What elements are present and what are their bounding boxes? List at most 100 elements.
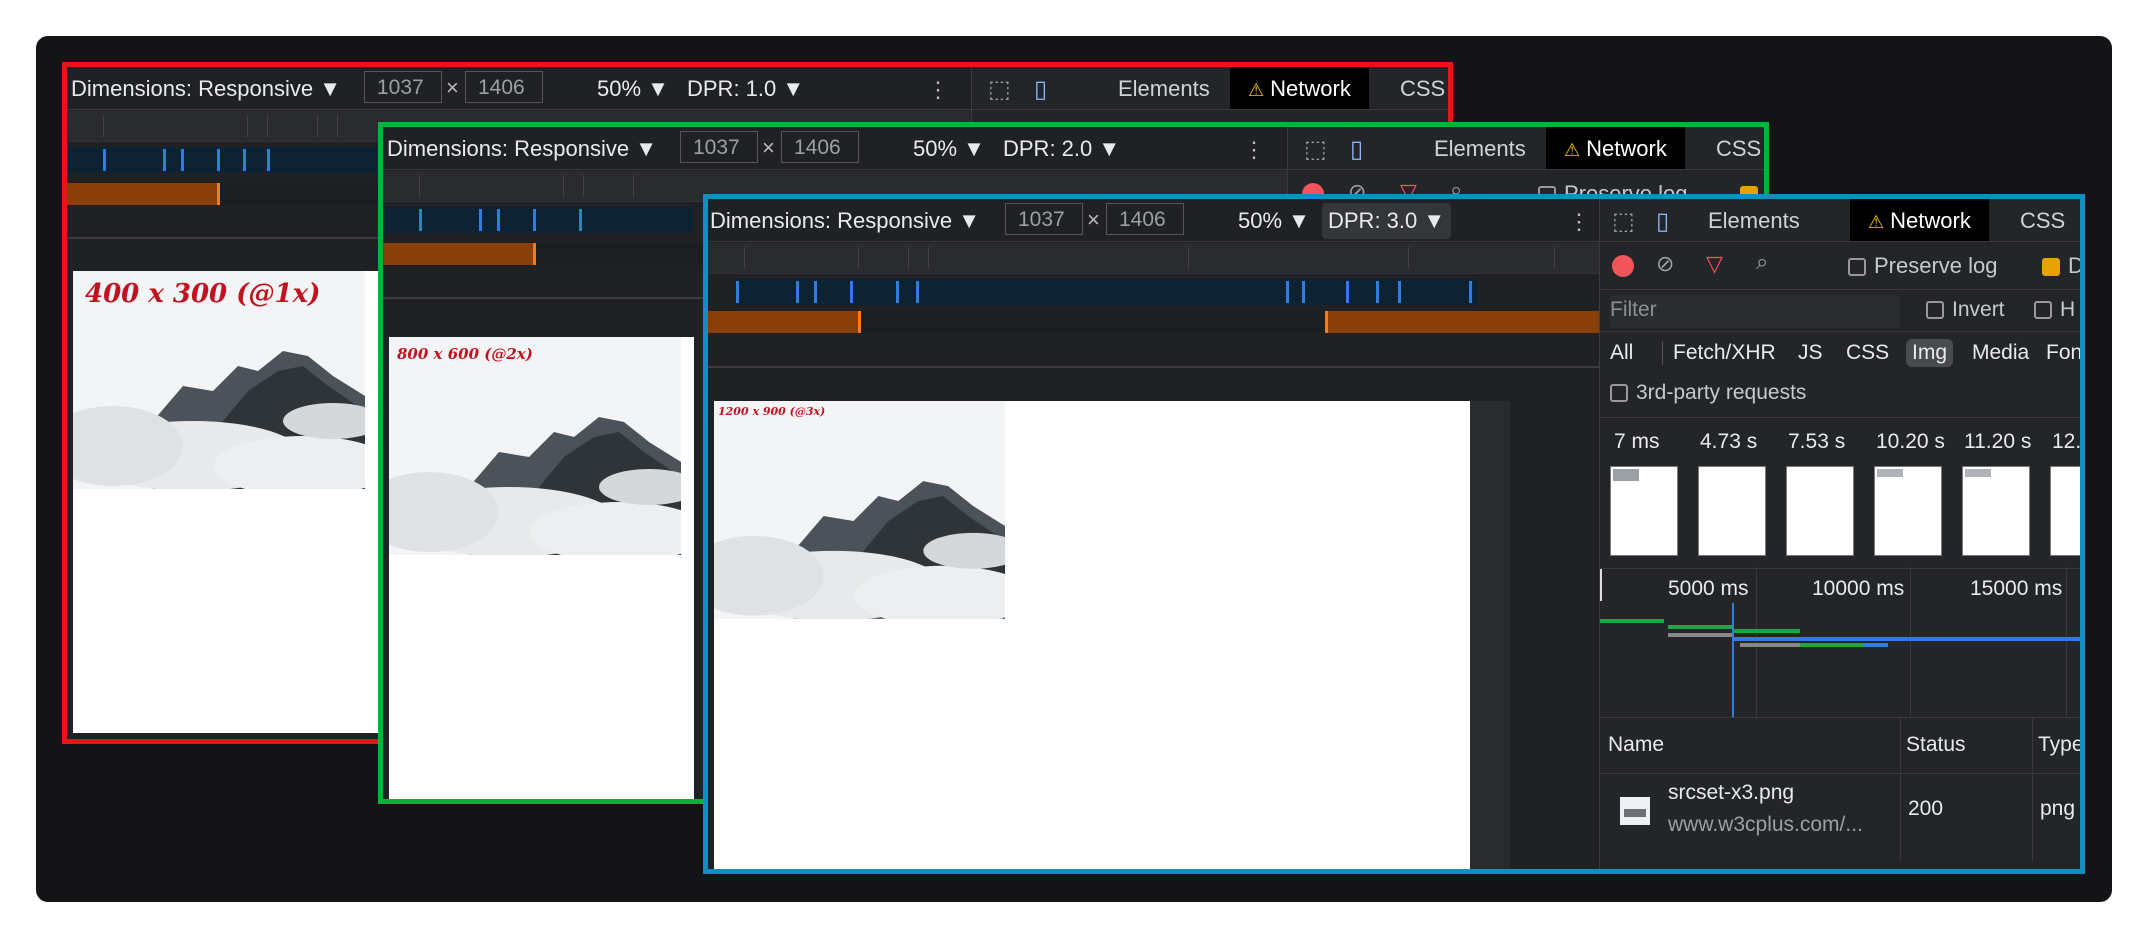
load-overview-bar: [708, 311, 1610, 333]
filmstrip-time: 10.20 s: [1876, 430, 1945, 453]
network-overview-ticks: [736, 279, 1478, 305]
dpr-dropdown[interactable]: DPR: 3.0 ▼: [1322, 203, 1452, 239]
request-type: png: [2040, 797, 2076, 820]
filmstrip-time: 7 ms: [1614, 430, 1660, 453]
zoom-dropdown[interactable]: 50% ▼: [913, 136, 985, 162]
hide-data-urls-checkbox[interactable]: H: [2034, 298, 2075, 322]
dimensions-dropdown[interactable]: Dimensions: Responsive ▼: [710, 208, 980, 234]
filter-input[interactable]: Filter: [1610, 295, 1900, 328]
srcset-image: 1200 x 900 (@3x): [714, 401, 1005, 619]
record-icon[interactable]: [1612, 255, 1634, 277]
type-all[interactable]: All: [1610, 341, 1633, 365]
dpr-dropdown[interactable]: DPR: 2.0 ▼: [1003, 136, 1120, 162]
media-query-bar[interactable]: [708, 243, 1610, 274]
tab-elements[interactable]: Elements: [1434, 136, 1526, 162]
width-input[interactable]: 1037: [1005, 203, 1083, 235]
column-status[interactable]: Status: [1906, 733, 1966, 757]
width-input[interactable]: 1037: [364, 71, 442, 103]
network-overview-ticks: [67, 147, 377, 173]
zoom-dropdown[interactable]: 50% ▼: [1238, 208, 1310, 234]
filmstrip-frame[interactable]: [1962, 466, 2030, 556]
filmstrip: 7 ms 4.73 s 7.53 s 10.20 s 11.20 s 12.: [1600, 417, 2080, 569]
filmstrip-time: 11.20 s: [1964, 430, 2032, 453]
type-js[interactable]: JS: [1798, 341, 1823, 365]
inspect-element-icon[interactable]: ⬚: [988, 75, 1011, 104]
timeline-label: 10000 ms: [1812, 577, 1905, 600]
device-toolbar: Dimensions: Responsive ▼ 1037 × 1406 50%…: [383, 127, 1288, 170]
device-toolbar-icon[interactable]: ▯: [1034, 75, 1047, 104]
disable-cache-checkbox[interactable]: D: [2042, 253, 2080, 279]
tab-elements[interactable]: Elements: [1708, 208, 1800, 234]
network-controls: ⊘ ▽ ⌕ Preserve log D: [1600, 243, 2080, 290]
devtools-window-dpr3: Dimensions: Responsive ▼ 1037 × 1406 50%…: [703, 194, 2085, 874]
devtools-tabbar: ⬚ ▯ Elements ⚠ Network CSS: [1288, 127, 1764, 170]
device-toolbar-icon[interactable]: ▯: [1350, 135, 1363, 164]
devtools-panel: ⬚ ▯ Elements ⚠Network CSS ⊘ ▽ ⌕ Preserve…: [1599, 199, 2080, 869]
warning-icon: ⚠: [1868, 212, 1885, 232]
more-options-icon[interactable]: ⋮: [1243, 137, 1265, 163]
tab-css[interactable]: CSS: [1716, 136, 1761, 162]
search-icon[interactable]: ⌕: [1756, 249, 1768, 275]
more-options-icon[interactable]: ⋮: [927, 77, 949, 103]
request-status: 200: [1908, 797, 1944, 820]
type-font[interactable]: Font: [2046, 341, 2080, 365]
request-table: Name Status Type srcset-x3.png www.w3cpl…: [1600, 717, 2080, 861]
height-input[interactable]: 1406: [1106, 203, 1184, 235]
invert-checkbox[interactable]: Invert: [1926, 298, 2005, 322]
table-row[interactable]: srcset-x3.png www.w3cplus.com/... 200 pn…: [1600, 775, 2080, 851]
width-input[interactable]: 1037: [680, 131, 758, 163]
filmstrip-frame[interactable]: [1786, 466, 1854, 556]
srcset-image: 400 x 300 (@1x): [73, 271, 365, 489]
inspect-element-icon[interactable]: ⬚: [1304, 135, 1327, 164]
warning-icon: ⚠: [1564, 140, 1581, 160]
tab-network[interactable]: ⚠ Network: [1230, 67, 1369, 109]
resource-type-filters: All Fetch/XHR JS CSS Img Media Font: [1600, 331, 2080, 375]
filmstrip-time: 4.73 s: [1700, 430, 1758, 453]
device-toolbar: Dimensions: Responsive ▼ 1037 × 1406 50%…: [67, 67, 972, 110]
filmstrip-frame[interactable]: [1698, 466, 1766, 556]
screenshot-card: Dimensions: Responsive ▼ 1037 × 1406 50%…: [36, 36, 2112, 902]
request-url: www.w3cplus.com/...: [1668, 813, 1863, 836]
column-type[interactable]: Type: [2038, 733, 2080, 757]
preserve-log-checkbox[interactable]: Preserve log: [1848, 253, 1998, 279]
devtools-tabbar: ⬚ ▯ Elements ⚠ Network CSS: [972, 67, 1448, 110]
tab-elements[interactable]: Elements: [1118, 76, 1210, 102]
dimensions-dropdown[interactable]: Dimensions: Responsive ▼: [387, 136, 657, 162]
filmstrip-frame[interactable]: [1610, 466, 1678, 556]
third-party-checkbox[interactable]: 3rd-party requests: [1610, 381, 1806, 405]
tab-css[interactable]: CSS: [1400, 76, 1445, 102]
tab-network[interactable]: ⚠ Network: [1546, 127, 1685, 169]
emulated-page: 800 x 600 (@2x): [389, 337, 694, 799]
image-thumbnail: [1620, 797, 1650, 825]
filter-icon[interactable]: ▽: [1706, 251, 1723, 277]
clear-icon[interactable]: ⊘: [1656, 251, 1674, 277]
waterfall-overview: 5000 ms 10000 ms 15000 ms: [1600, 567, 2080, 718]
table-header: Name Status Type: [1600, 717, 2080, 774]
type-css[interactable]: CSS: [1846, 341, 1889, 365]
more-options-icon[interactable]: ⋮: [1568, 209, 1590, 235]
filmstrip-frame[interactable]: [1874, 466, 1942, 556]
type-media[interactable]: Media: [1972, 341, 2029, 365]
filter-bar: Filter Invert H: [1600, 291, 2080, 332]
type-fetch-xhr[interactable]: Fetch/XHR: [1662, 341, 1776, 365]
timeline-label: 15000 ms: [1970, 577, 2063, 600]
height-input[interactable]: 1406: [465, 71, 543, 103]
dimensions-dropdown[interactable]: Dimensions: Responsive ▼: [71, 76, 341, 102]
image-caption: 400 x 300 (@1x): [85, 279, 321, 309]
dpr-dropdown[interactable]: DPR: 1.0 ▼: [687, 76, 804, 102]
column-name[interactable]: Name: [1608, 733, 1664, 757]
height-input[interactable]: 1406: [781, 131, 859, 163]
filmstrip-frame[interactable]: [2050, 466, 2080, 556]
image-caption: 800 x 600 (@2x): [397, 345, 533, 363]
device-toolbar-icon[interactable]: ▯: [1656, 207, 1669, 236]
tab-network[interactable]: ⚠ Network: [1850, 199, 1989, 241]
times-sign: ×: [446, 75, 459, 100]
device-toolbar: Dimensions: Responsive ▼ 1037 × 1406 50%…: [708, 199, 1610, 242]
zoom-dropdown[interactable]: 50% ▼: [597, 76, 669, 102]
emulated-page: 1200 x 900 (@3x): [714, 401, 1470, 869]
page-scroll-gutter: [1470, 401, 1510, 869]
warning-icon: ⚠: [1248, 80, 1265, 100]
type-img[interactable]: Img: [1906, 339, 1954, 367]
tab-css[interactable]: CSS: [2020, 208, 2065, 234]
inspect-element-icon[interactable]: ⬚: [1612, 207, 1635, 236]
